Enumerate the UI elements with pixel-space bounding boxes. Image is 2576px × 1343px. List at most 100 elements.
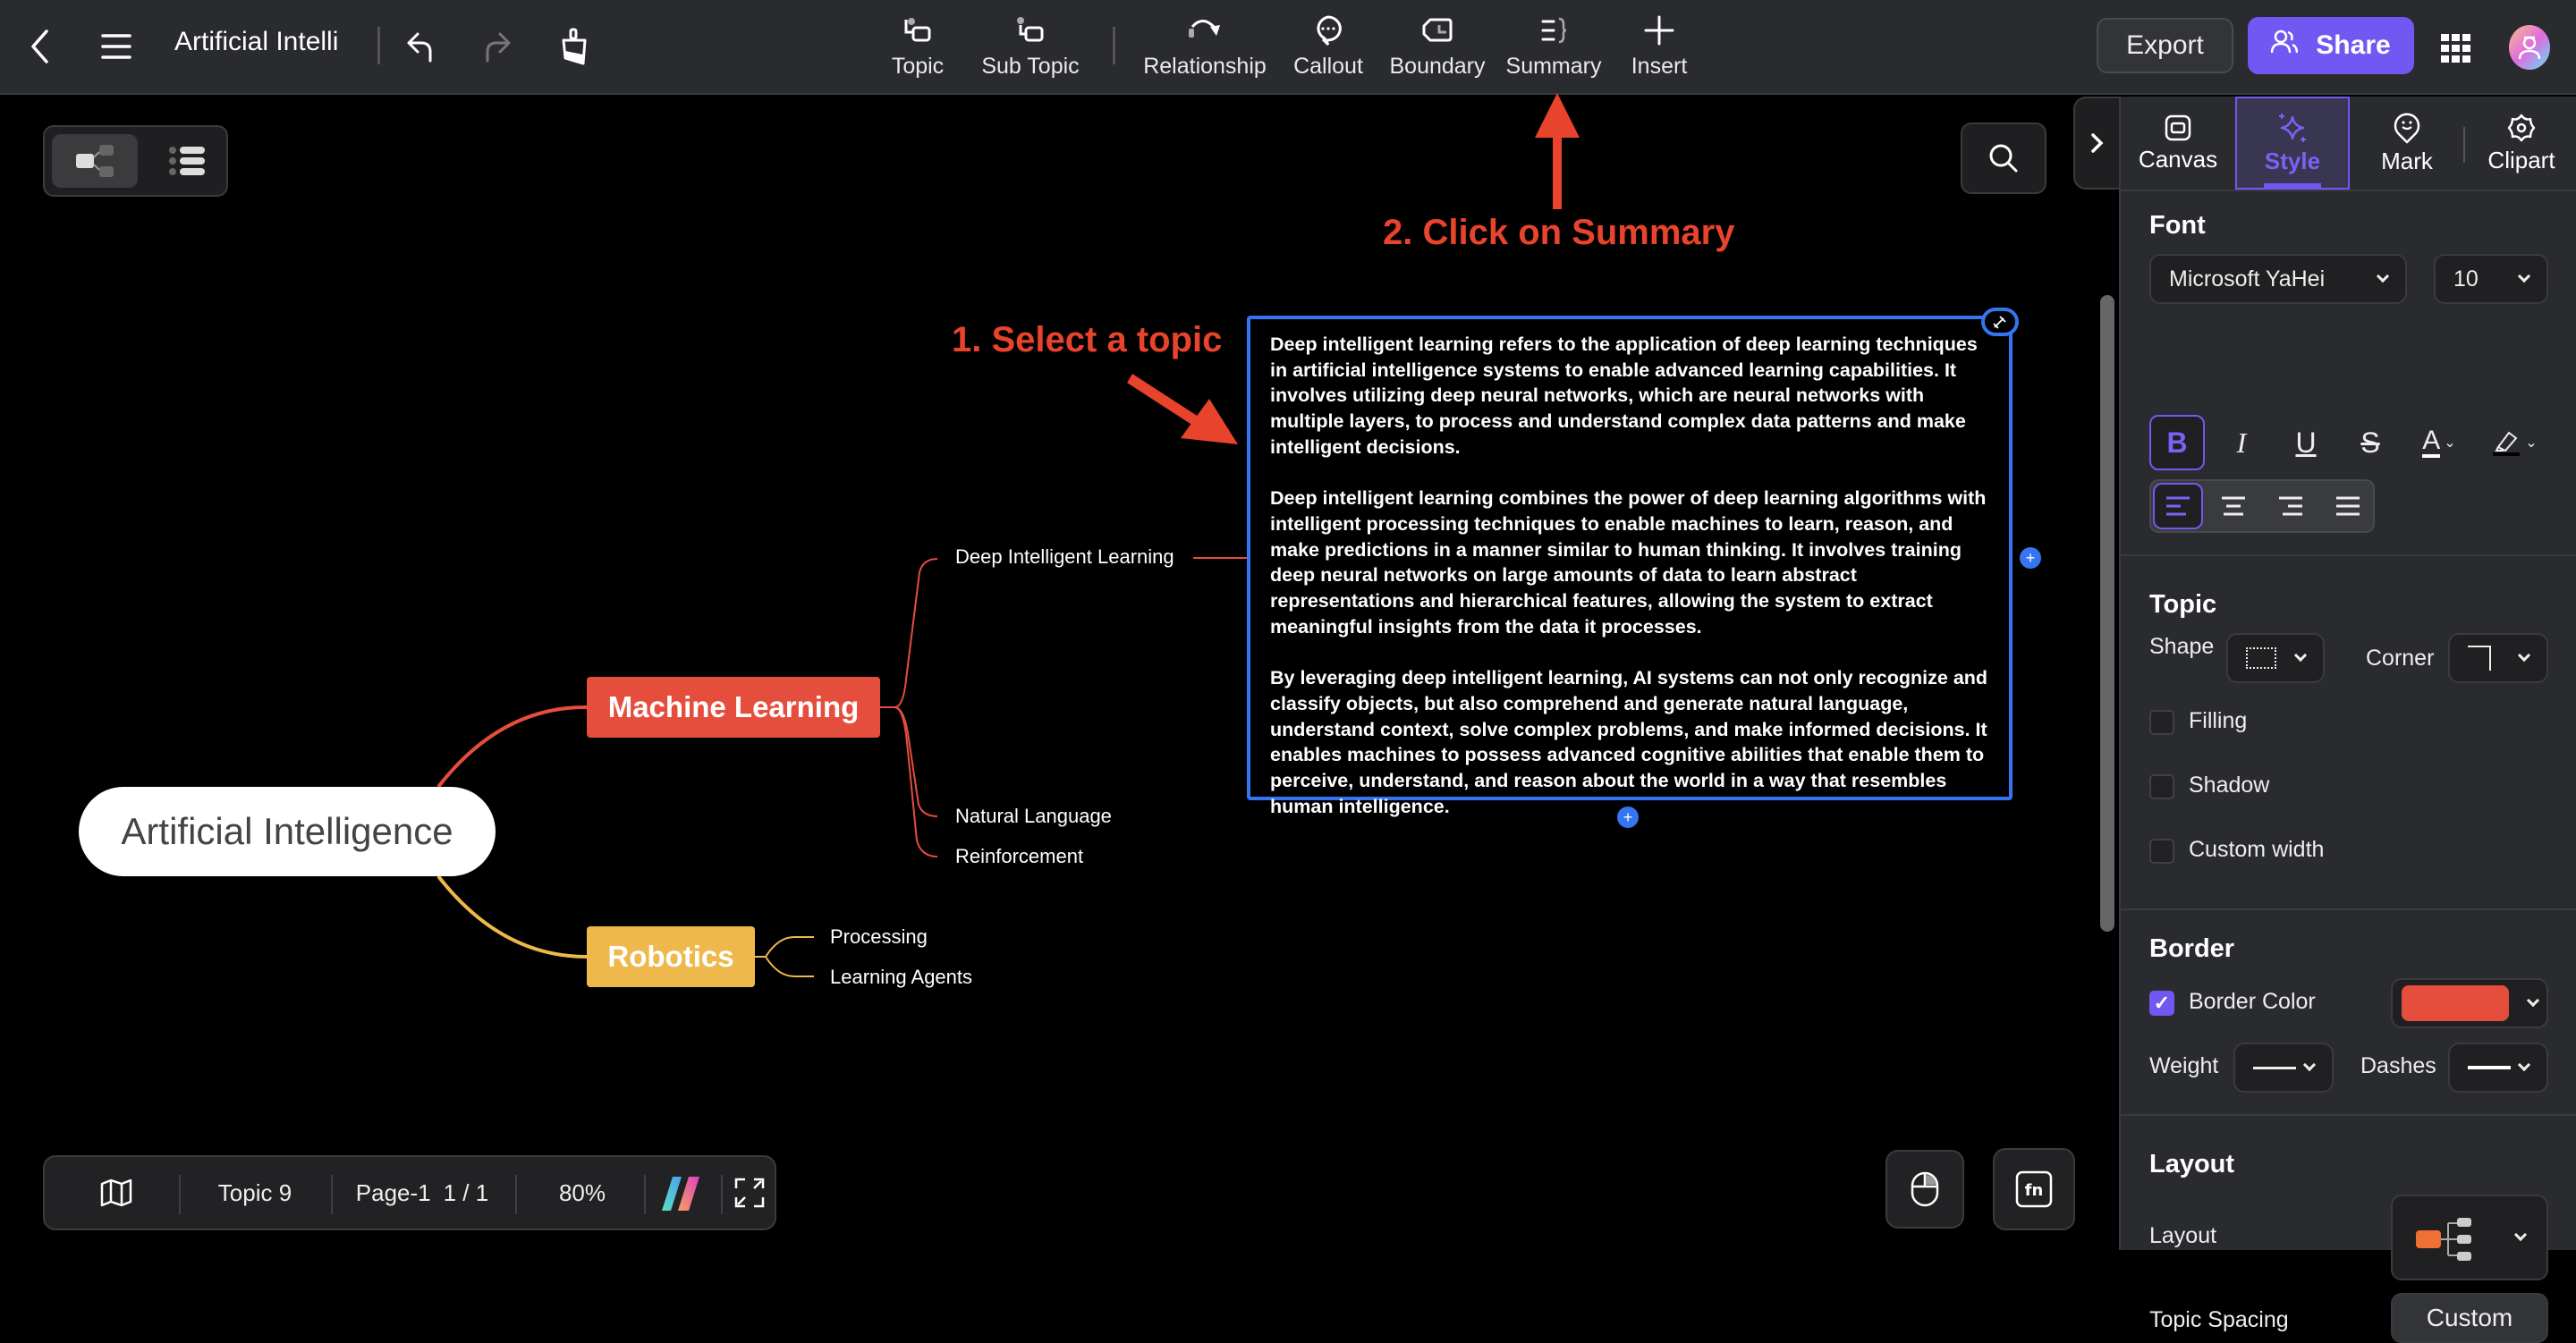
svg-text:fn: fn — [2025, 1181, 2044, 1200]
align-right-icon — [2279, 496, 2302, 516]
chevron-down-icon — [2526, 993, 2540, 1008]
fn-key-icon: fn — [2015, 1170, 2053, 1208]
filling-label: Filling — [2189, 708, 2248, 733]
connector-root-ml — [436, 705, 588, 789]
layout-section-title: Layout — [2149, 1150, 2235, 1178]
filling-checkbox[interactable] — [2149, 710, 2174, 735]
chevron-down-icon — [2293, 648, 2308, 663]
page-label: Page-1 — [355, 1178, 431, 1206]
align-justify-icon — [2336, 496, 2360, 516]
tabs-divider — [2121, 190, 2576, 191]
user-avatar[interactable] — [2509, 25, 2550, 70]
font-size-select[interactable]: 10 — [2434, 254, 2548, 304]
align-right-button[interactable] — [2266, 483, 2316, 529]
italic-button[interactable]: I — [2214, 415, 2269, 470]
font-family-select[interactable]: Microsoft YaHei — [2149, 254, 2407, 304]
subtopic-learning-agents[interactable]: Learning Agents — [830, 966, 972, 989]
section-divider — [2121, 1114, 2576, 1116]
annotation-step-2: 2. Click on Summary — [1383, 213, 1735, 252]
clear-format-handle[interactable] — [1981, 308, 2019, 336]
connector-ml-deep — [880, 558, 938, 708]
clipart-icon — [2507, 114, 2536, 141]
highlighter-icon — [2493, 431, 2521, 456]
text-align-group — [2149, 479, 2375, 533]
properties-panel: Canvas Style Mark Clipart Font Microsoft… — [2119, 97, 2576, 1343]
weight-label: Weight — [2149, 1053, 2219, 1078]
custom-width-checkbox[interactable] — [2149, 839, 2174, 864]
strikethrough-button[interactable]: S — [2343, 415, 2398, 470]
topic-spacing-button[interactable]: Custom — [2391, 1293, 2548, 1343]
border-color-swatch — [2402, 985, 2509, 1021]
zoom-level[interactable]: 80% — [517, 1157, 648, 1229]
page-index: 1 / 1 — [443, 1178, 489, 1206]
layout-tree-icon — [2416, 1218, 2471, 1261]
shadow-checkbox[interactable] — [2149, 774, 2174, 799]
apps-grid-icon[interactable] — [2438, 30, 2474, 66]
topic-section-title: Topic — [2149, 590, 2217, 619]
subtopic-deep-intelligent-learning[interactable]: Deep Intelligent Learning — [955, 545, 1174, 569]
chevron-down-icon — [2517, 1058, 2531, 1072]
add-bottom-handle[interactable]: + — [1617, 807, 1639, 828]
tab-style[interactable]: Style — [2235, 97, 2350, 190]
align-justify-button[interactable] — [2323, 483, 2373, 529]
border-section-title: Border — [2149, 934, 2235, 963]
users-icon — [2271, 30, 2299, 62]
annotation-arrow-2 — [1535, 93, 1580, 209]
corner-select[interactable] — [2448, 633, 2548, 683]
topic-paragraph: Deep intelligent learning combines the p… — [1270, 487, 1987, 638]
map-icon[interactable] — [80, 1157, 152, 1229]
tab-clipart[interactable]: Clipart — [2464, 97, 2576, 190]
brush-icon — [1993, 316, 2006, 329]
page-indicator[interactable]: Page-1 1 / 1 — [333, 1157, 512, 1229]
shape-label: Shape — [2149, 634, 2215, 659]
border-color-select[interactable] — [2391, 978, 2548, 1028]
underline-button[interactable]: U — [2278, 415, 2334, 470]
ai-logo-icon[interactable] — [644, 1157, 719, 1229]
border-color-label: Border Color — [2189, 989, 2316, 1014]
status-bar: Topic 9 Page-1 1 / 1 80% — [43, 1155, 776, 1230]
fullscreen-icon[interactable] — [723, 1157, 776, 1229]
highlight-button[interactable]: ⌄ — [2482, 415, 2546, 470]
border-color-checkbox[interactable]: ✓ — [2149, 991, 2174, 1016]
chevron-down-icon — [2302, 1058, 2317, 1072]
tab-canvas[interactable]: Canvas — [2121, 97, 2235, 190]
selected-topic-text[interactable]: Deep intelligent learning refers to the … — [1247, 316, 2012, 817]
connector-robotics-processing — [755, 936, 814, 958]
connector-root-robotics — [436, 874, 588, 959]
share-label: Share — [2316, 30, 2391, 60]
topic-robotics[interactable]: Robotics — [587, 926, 755, 987]
shape-rect-icon — [2246, 647, 2276, 669]
share-button[interactable]: Share — [2248, 17, 2414, 74]
font-color-icon: A — [2422, 427, 2441, 458]
align-center-button[interactable] — [2208, 483, 2258, 529]
subtopic-processing[interactable]: Processing — [830, 925, 928, 949]
shape-select[interactable] — [2226, 633, 2325, 683]
layout-select[interactable] — [2391, 1195, 2548, 1280]
connector-robotics-agents — [765, 956, 814, 977]
add-right-handle[interactable]: + — [2020, 547, 2041, 569]
shortcuts-button[interactable]: fn — [1993, 1148, 2075, 1230]
subtopic-reinforcement[interactable]: Reinforcement — [955, 845, 1083, 868]
bold-button[interactable]: B — [2149, 415, 2205, 470]
root-topic[interactable]: Artificial Intelligence — [79, 787, 496, 876]
mouse-mode-button[interactable] — [1885, 1150, 1964, 1229]
chevron-down-icon — [2517, 269, 2531, 283]
topic-machine-learning[interactable]: Machine Learning — [587, 677, 880, 738]
annotation-arrow-1 — [1127, 374, 1238, 444]
font-section-title: Font — [2149, 211, 2206, 240]
chevron-down-icon — [2513, 1228, 2528, 1242]
status-divider — [179, 1175, 181, 1214]
chevron-down-icon — [2376, 269, 2390, 283]
font-color-button[interactable]: A ⌄ — [2407, 415, 2471, 470]
align-left-button[interactable] — [2153, 483, 2203, 529]
annotation-step-1: 1. Select a topic — [952, 320, 1223, 359]
connector-ml-natural — [894, 706, 938, 817]
canvas-icon — [2165, 114, 2191, 140]
shadow-label: Shadow — [2189, 773, 2270, 798]
border-weight-select[interactable] — [2233, 1043, 2334, 1093]
tab-mark[interactable]: Mark — [2350, 97, 2464, 190]
topic-count: Topic 9 — [217, 1178, 292, 1206]
border-dashes-select[interactable] — [2448, 1043, 2548, 1093]
section-divider — [2121, 908, 2576, 910]
subtopic-natural-language[interactable]: Natural Language — [955, 805, 1112, 828]
